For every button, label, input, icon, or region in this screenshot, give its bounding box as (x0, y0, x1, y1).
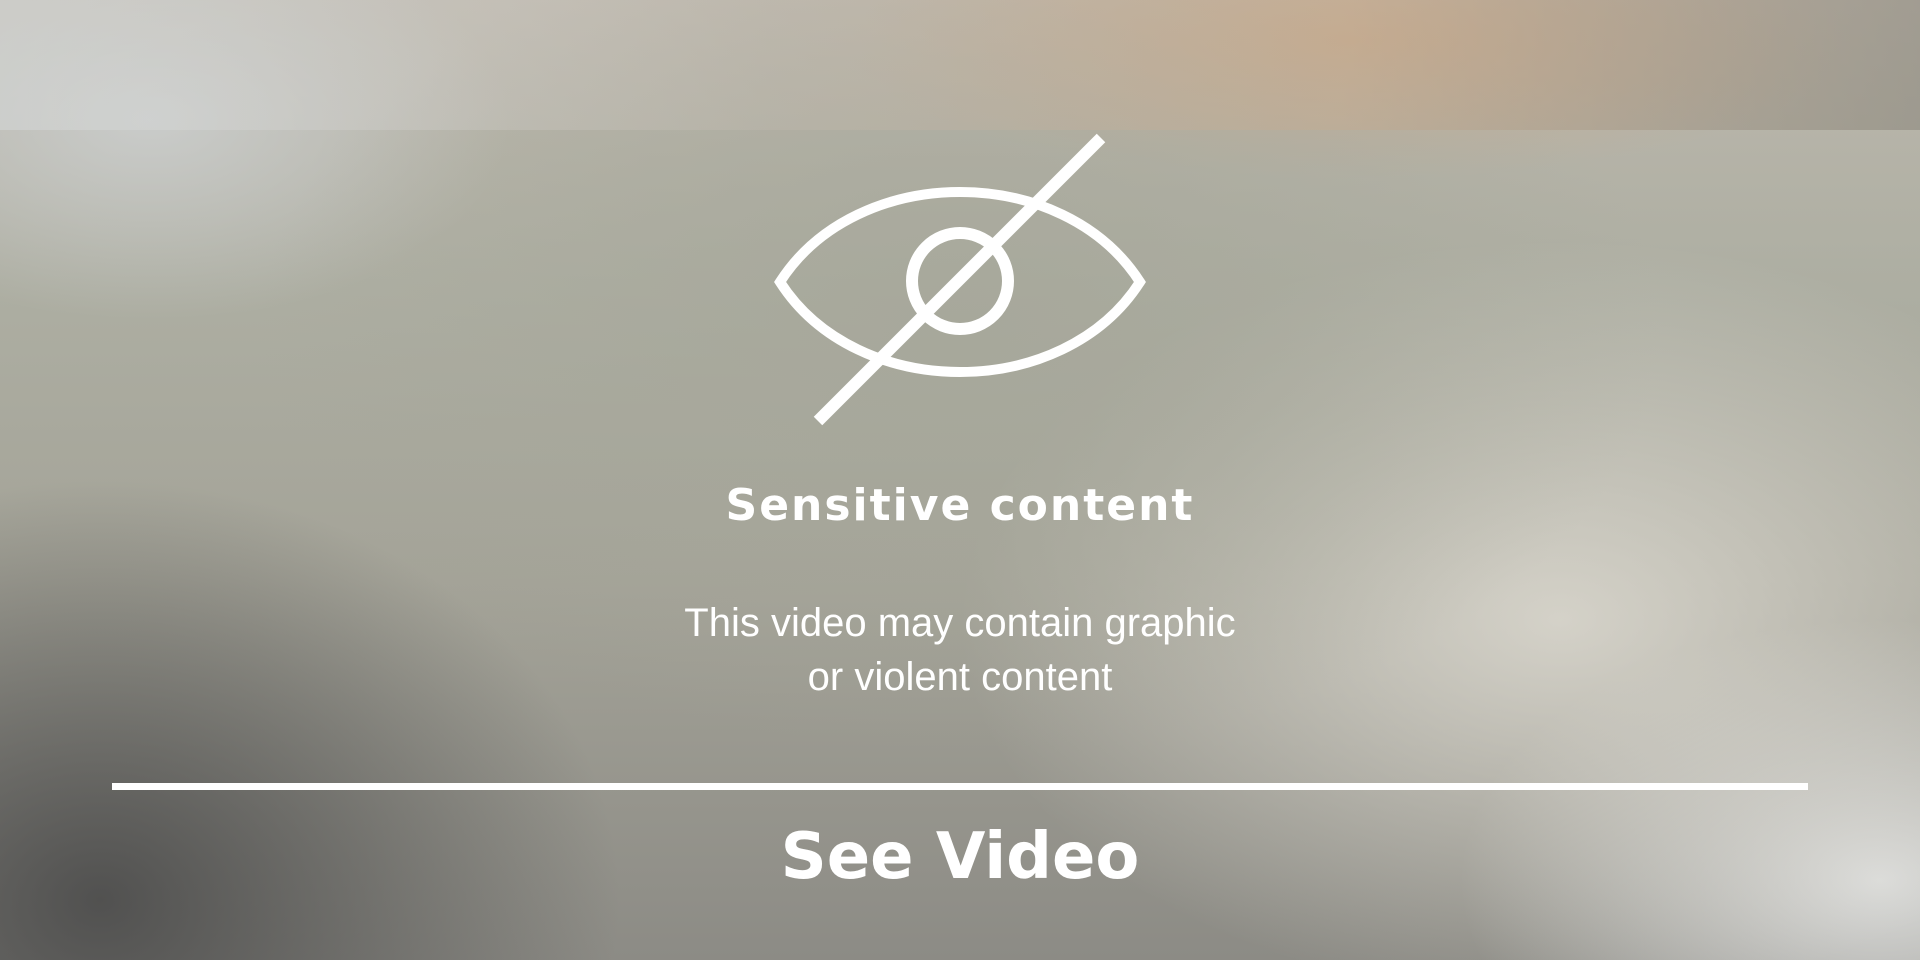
sensitive-content-description: This video may contain graphic or violen… (560, 596, 1360, 704)
see-video-button[interactable]: See Video (0, 812, 1920, 902)
divider-line (112, 783, 1808, 790)
description-line-1: This video may contain graphic (684, 601, 1236, 645)
background-top-band (0, 0, 1920, 130)
sensitive-content-title: Sensitive content (725, 480, 1195, 531)
eye-slash-icon (774, 133, 1146, 426)
description-line-2: or violent content (807, 655, 1113, 699)
